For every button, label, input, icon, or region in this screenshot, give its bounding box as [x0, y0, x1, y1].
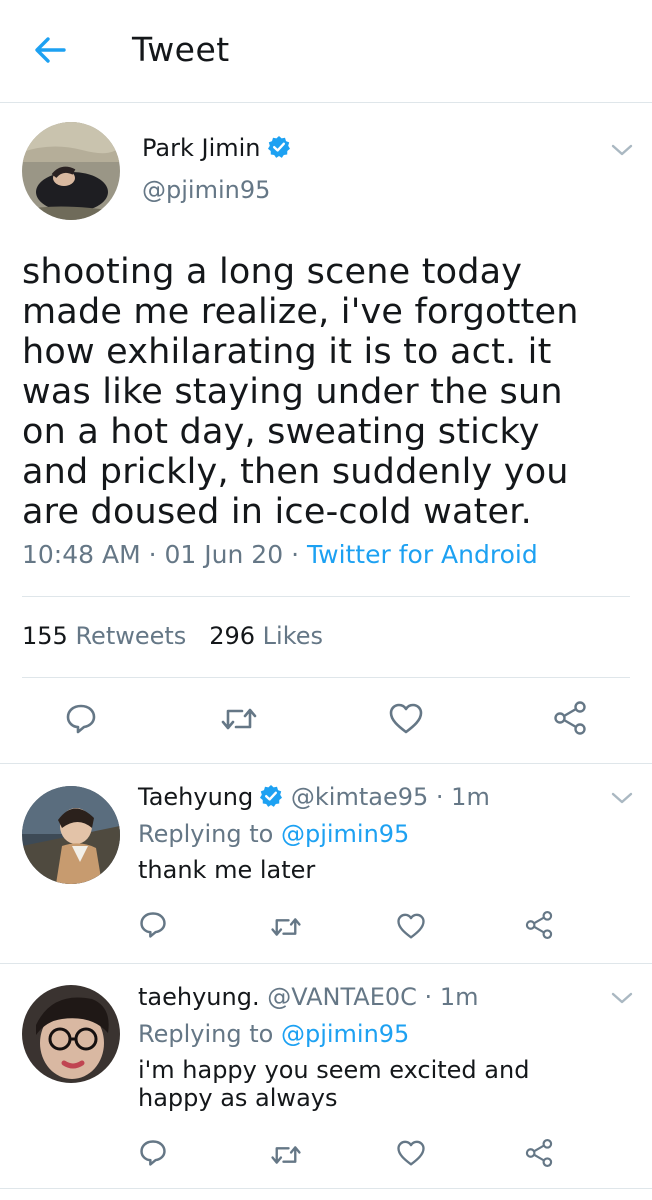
retweet-icon [271, 918, 301, 936]
back-button[interactable] [30, 30, 70, 70]
share-icon [525, 911, 553, 939]
divider [22, 596, 630, 597]
retweets-label: Retweets [75, 622, 187, 650]
tweet-stats: 155 Retweets 296 Likes [22, 622, 323, 650]
chevron-down-icon [611, 144, 633, 156]
reply-button[interactable] [64, 702, 98, 740]
arrow-left-icon [35, 37, 66, 63]
reply-time: 1m [451, 783, 490, 811]
chevron-down-icon [611, 792, 633, 804]
replying-to-line: Replying to @pjimin95 [138, 820, 409, 848]
tweet-text-line: and prickly, then suddenly you [22, 452, 569, 492]
retweet-icon [221, 708, 257, 730]
retweet-button[interactable] [220, 704, 258, 738]
like-icon [397, 913, 425, 939]
likes-stat[interactable]: 296 Likes [209, 622, 323, 650]
reply-text-line: i'm happy you seem excited and [138, 1056, 530, 1084]
author-handle[interactable]: @pjimin95 [142, 176, 270, 204]
reply-body: Replying to @pjimin95 thank me later [138, 820, 409, 884]
likes-label: Likes [262, 622, 324, 650]
retweet-button[interactable] [270, 1142, 302, 1172]
divider [0, 963, 652, 964]
divider [0, 763, 652, 764]
divider [22, 677, 630, 678]
top-bar: Tweet [0, 0, 652, 103]
tweet-time: 10:48 AM [22, 540, 141, 569]
share-button[interactable] [524, 1138, 554, 1172]
reply-button[interactable] [138, 910, 168, 944]
likes-count: 296 [209, 622, 256, 650]
replying-to-label: Replying to [138, 1020, 274, 1048]
replying-to-label: Replying to [138, 820, 274, 848]
tweet-text: shooting a long scene today made me real… [22, 252, 642, 532]
tweet-text-line: made me realize, i've forgotten [22, 292, 579, 332]
retweet-icon [271, 1146, 301, 1164]
reply-button[interactable] [138, 1138, 168, 1172]
divider [0, 1188, 652, 1189]
retweets-stat[interactable]: 155 Retweets [22, 622, 186, 650]
reply-icon [66, 704, 96, 734]
reply-body: Replying to @pjimin95 i'm happy you seem… [138, 1020, 529, 1112]
reply-header-row[interactable]: Taehyung @kimtae95 · 1m [138, 783, 490, 811]
tweet-source-link[interactable]: Twitter for Android [307, 540, 538, 569]
like-button[interactable] [396, 1140, 426, 1171]
separator-dot: · [435, 783, 444, 811]
reply-time: 1m [439, 983, 479, 1011]
author-name: Park Jimin [142, 134, 261, 162]
reply-menu-button[interactable] [610, 790, 634, 806]
author-name-row[interactable]: Park Jimin [142, 134, 291, 162]
like-button[interactable] [388, 703, 424, 739]
retweets-count: 155 [22, 622, 68, 650]
reply-author-handle: @VANTAE0C [267, 983, 417, 1011]
verified-badge-icon [267, 136, 290, 158]
share-icon [554, 701, 586, 735]
reply-icon [140, 912, 166, 938]
tweet-text-line: was like staying under the sun [22, 372, 563, 412]
share-button[interactable] [552, 700, 588, 740]
verified-badge-icon [260, 785, 283, 807]
author-avatar[interactable] [22, 122, 120, 220]
replying-to-link[interactable]: @pjimin95 [281, 820, 409, 848]
replying-to-line: Replying to @pjimin95 [138, 1020, 529, 1048]
tweet-text-line: are doused in ice-cold water. [22, 492, 532, 532]
tweet-text-line: shooting a long scene today [22, 252, 523, 292]
like-icon [397, 1140, 425, 1166]
like-button[interactable] [396, 913, 426, 944]
reply-text-line: happy as always [138, 1084, 338, 1112]
tweet-menu-button[interactable] [610, 142, 634, 158]
chevron-down-icon [611, 992, 633, 1004]
tweet-text-line: on a hot day, sweating sticky [22, 412, 540, 452]
tweet-date: 01 Jun 20 [164, 540, 284, 569]
reply-author-name: taehyung. [138, 983, 260, 1011]
page-title: Tweet [132, 30, 230, 69]
reply-header-row[interactable]: taehyung. @VANTAE0C · 1m [138, 983, 478, 1011]
reply-icon [140, 1140, 166, 1166]
tweet-text-line: how exhilarating it is to act. it [22, 332, 552, 372]
share-icon [525, 1139, 553, 1167]
retweet-button[interactable] [270, 914, 302, 944]
separator-dot: · [148, 540, 157, 569]
reply-author-handle: @kimtae95 [290, 783, 429, 811]
separator-dot: · [291, 540, 300, 569]
reply-author-name: Taehyung [138, 783, 254, 811]
reply-avatar[interactable] [22, 786, 120, 884]
tweet-meta: 10:48 AM · 01 Jun 20 · Twitter for Andro… [22, 540, 538, 569]
reply-avatar[interactable] [22, 985, 120, 1083]
like-icon [389, 703, 423, 734]
reply-menu-button[interactable] [610, 990, 634, 1006]
reply-text-line: thank me later [138, 856, 316, 884]
share-button[interactable] [524, 910, 554, 944]
replying-to-link[interactable]: @pjimin95 [281, 1020, 409, 1048]
